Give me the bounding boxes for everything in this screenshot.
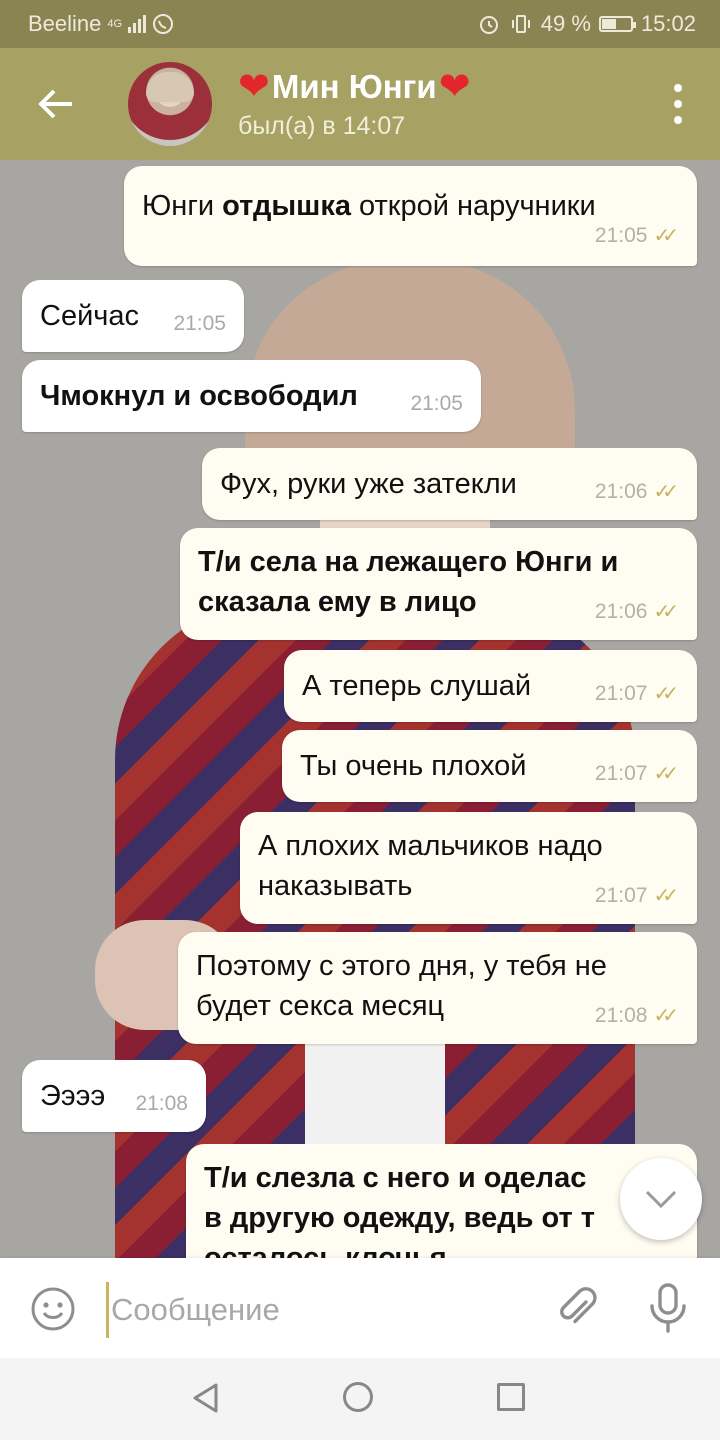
message-text: Ээээ <box>40 1080 106 1112</box>
message-time: 21:06 <box>594 600 648 623</box>
carrier-name: Beeline <box>28 11 102 36</box>
message-outgoing[interactable]: Поэтому с этого дня, у тебя не будет секс… <box>178 932 697 1044</box>
back-button[interactable] <box>28 78 84 130</box>
message-time: 21:05 <box>173 312 226 335</box>
message-outgoing[interactable]: А теперь слушай 21:07 ✓✓ <box>284 650 697 722</box>
message-time: 21:07 <box>594 682 648 705</box>
heart-icon: ❤ <box>438 66 471 108</box>
network-type: 4G <box>107 18 123 30</box>
message-time: 21:05 <box>594 224 648 247</box>
chevron-down-icon <box>645 1190 677 1209</box>
double-check-icon: ✓✓ <box>653 225 678 247</box>
signal-icon <box>128 15 147 33</box>
message-text: Поэтому с этого дня, у тебя не будет секс… <box>196 950 607 1022</box>
arrow-left-icon <box>38 89 72 119</box>
double-check-icon: ✓✓ <box>653 601 678 623</box>
message-composer <box>0 1258 720 1358</box>
double-check-icon: ✓✓ <box>653 885 678 907</box>
message-incoming[interactable]: Ээээ 21:08 <box>22 1060 206 1132</box>
message-text: А теперь слушай <box>302 670 532 702</box>
system-navigation-bar <box>0 1358 720 1440</box>
double-check-icon: ✓✓ <box>653 763 678 785</box>
smiley-icon[interactable] <box>30 1286 76 1332</box>
message-incoming[interactable]: Сейчас 21:05 <box>22 280 244 352</box>
message-list[interactable]: Юнги отдышка открой наручники 21:05 ✓✓ Се… <box>0 160 720 1258</box>
whatsapp-icon <box>153 14 174 34</box>
message-text: Чмокнул и освободил <box>40 380 358 412</box>
microphone-icon[interactable] <box>646 1282 690 1334</box>
nav-recent-apps-icon[interactable] <box>497 1383 525 1411</box>
message-text: А плохих мальчиков надо наказывать <box>258 830 603 902</box>
message-outgoing[interactable]: Юнги отдышка открой наручники 21:05 ✓✓ <box>124 166 697 266</box>
more-menu-button[interactable] <box>670 84 686 124</box>
message-text: Юнги отдышка открой наручники <box>142 190 596 222</box>
double-check-icon: ✓✓ <box>653 481 678 503</box>
last-seen-status: был(а) в 14:07 <box>238 112 406 140</box>
double-check-icon: ✓✓ <box>653 683 678 705</box>
contact-name-text: Мин Юнги <box>271 68 437 105</box>
message-time: 21:08 <box>594 1004 648 1027</box>
avatar[interactable] <box>128 62 212 146</box>
message-incoming[interactable]: Чмокнул и освободил 21:05 <box>22 360 481 432</box>
message-outgoing[interactable]: А плохих мальчиков надо наказывать 21:07 ✓… <box>240 812 697 924</box>
contact-name[interactable]: ❤ Мин Юнги ❤ <box>238 68 471 106</box>
nav-back-icon[interactable] <box>190 1382 222 1414</box>
message-time: 21:05 <box>410 392 463 415</box>
chat-header: ❤ Мин Юнги ❤ был(а) в 14:07 <box>0 48 720 160</box>
status-bar: Beeline 4G 49 % 15:02 <box>0 0 720 48</box>
nav-home-icon[interactable] <box>343 1382 373 1412</box>
more-vertical-icon <box>674 84 682 92</box>
heart-icon: ❤ <box>238 66 270 108</box>
message-time: 21:07 <box>594 884 648 907</box>
battery-percent: 49 % <box>540 11 591 36</box>
message-text: Сейчас <box>40 300 140 332</box>
message-text: Т/и села на лежащего Юнги и сказала ему в… <box>198 546 619 618</box>
battery-icon <box>598 16 636 32</box>
message-input[interactable] <box>106 1282 543 1338</box>
double-check-icon: ✓✓ <box>653 1005 678 1027</box>
paperclip-icon[interactable] <box>552 1284 600 1332</box>
message-text: Фух, руки уже затекли <box>220 468 517 500</box>
vibrate-icon <box>511 15 530 33</box>
scroll-to-bottom-button[interactable] <box>620 1158 702 1240</box>
message-outgoing[interactable]: Т/и села на лежащего Юнги и сказала ему в… <box>180 528 697 640</box>
message-outgoing[interactable]: Ты очень плохой 21:07 ✓✓ <box>282 730 697 802</box>
message-time: 21:07 <box>594 762 648 785</box>
message-text: Т/и слезла с него и оделас в другую одежд… <box>204 1162 595 1258</box>
message-outgoing[interactable]: Фух, руки уже затекли 21:06 ✓✓ <box>202 448 697 520</box>
clock: 15:02 <box>640 11 696 36</box>
message-text: Ты очень плохой <box>300 750 527 782</box>
message-time: 21:08 <box>135 1092 188 1115</box>
message-time: 21:06 <box>594 480 648 503</box>
alarm-icon <box>479 16 498 34</box>
